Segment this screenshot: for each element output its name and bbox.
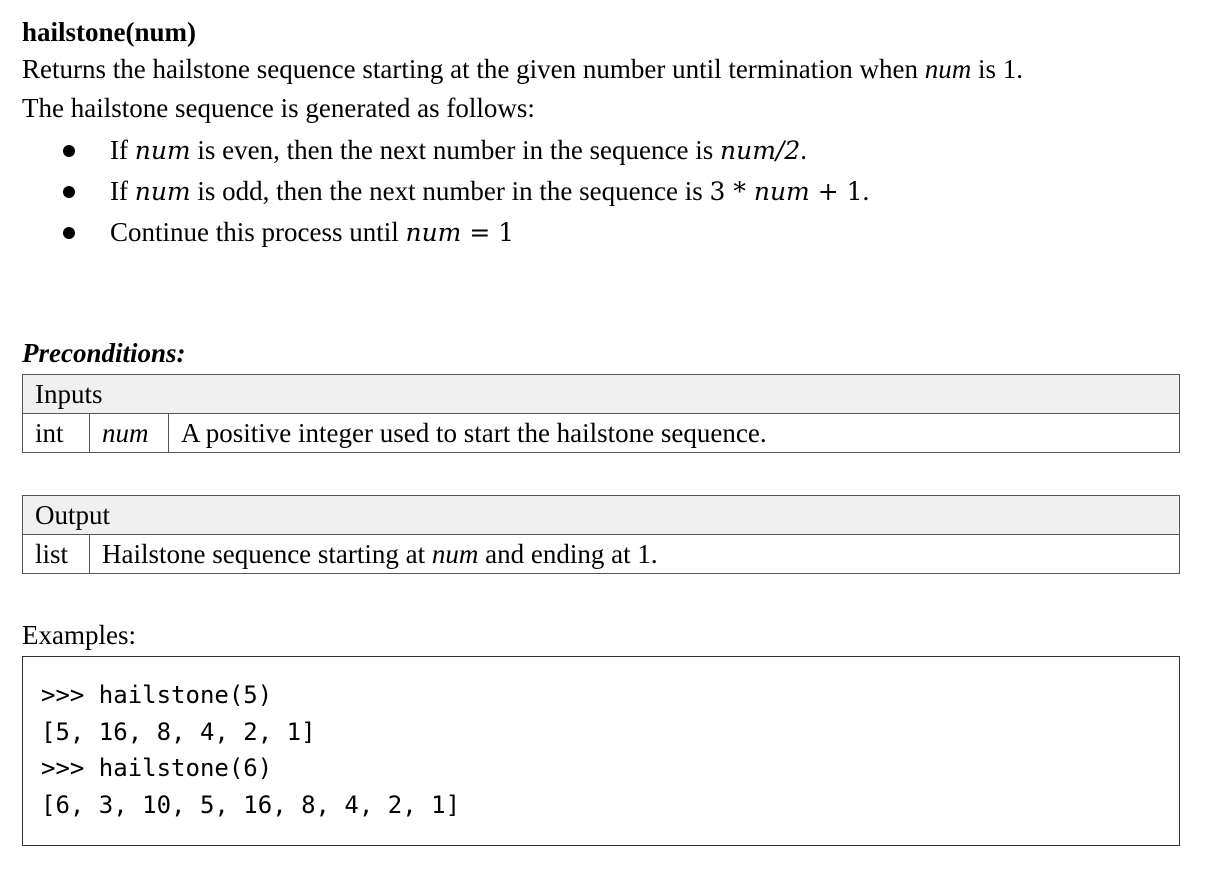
rule-text: . <box>862 176 870 206</box>
rule-expression: 3 * <box>709 177 754 206</box>
function-title: hailstone(num) <box>22 17 197 47</box>
description-text-end: is 1. <box>971 54 1024 84</box>
rule-expression-var: num <box>753 177 810 206</box>
preconditions-title: Preconditions: <box>22 338 186 368</box>
input-description: A positive integer used to start the hai… <box>168 413 1180 453</box>
inputs-header: Inputs <box>22 374 1180 414</box>
rule-text: is even, then the next number in the seq… <box>190 135 721 165</box>
rules-list: If num is even, then the next number in … <box>22 130 1182 253</box>
bullet-icon <box>63 186 75 198</box>
rule-text: If <box>110 176 135 206</box>
rule-item-even: If num is even, then the next number in … <box>22 130 1182 171</box>
input-name: num <box>89 413 169 453</box>
table-row: list Hailstone sequence starting at num … <box>22 534 1180 574</box>
output-desc-text: Hailstone sequence starting at <box>102 539 432 569</box>
description-text: Returns the hailstone sequence starting … <box>22 54 925 84</box>
doc-page: hailstone(num) Returns the hailstone seq… <box>22 14 1182 846</box>
rule-expression: + 1 <box>809 177 863 206</box>
code-line: [6, 3, 10, 5, 16, 8, 4, 2, 1] <box>41 790 461 819</box>
examples-code-block: >>> hailstone(5) [5, 16, 8, 4, 2, 1] >>>… <box>22 656 1180 846</box>
output-type: list <box>22 534 90 574</box>
input-type: int <box>22 413 90 453</box>
bullet-icon <box>63 227 75 239</box>
inputs-header-row: Inputs <box>22 374 1180 414</box>
output-desc-var: num <box>431 539 479 569</box>
description-var: num <box>924 54 972 84</box>
rule-text: Continue this process until <box>110 217 406 247</box>
output-table: Output list Hailstone sequence starting … <box>22 495 1180 574</box>
inputs-table: Inputs int num A positive integer used t… <box>22 374 1180 453</box>
rule-expression: num/2 <box>720 136 801 165</box>
examples-label: Examples: <box>22 620 136 650</box>
rule-text: If <box>110 135 135 165</box>
output-description: Hailstone sequence starting at num and e… <box>89 534 1180 574</box>
code-line: >>> hailstone(5) <box>41 681 273 709</box>
description-line-1: Returns the hailstone sequence starting … <box>22 50 1182 89</box>
code-line: >>> hailstone(6) <box>41 754 273 782</box>
output-header-row: Output <box>22 495 1180 535</box>
rule-var: num <box>134 177 191 206</box>
rule-expression: = 1 <box>461 218 515 247</box>
rule-item-continue: Continue this process until num = 1 <box>22 212 1182 253</box>
rule-text: . <box>800 135 808 165</box>
rule-var: num <box>134 136 191 165</box>
output-header: Output <box>22 495 1180 535</box>
code-line: [5, 16, 8, 4, 2, 1] <box>41 717 316 746</box>
rule-text: is odd, then the next number in the sequ… <box>190 176 710 206</box>
output-desc-text-end: and ending at 1. <box>478 539 658 569</box>
table-row: int num A positive integer used to start… <box>22 413 1180 453</box>
rule-item-odd: If num is odd, then the next number in t… <box>22 171 1182 212</box>
bullet-icon <box>63 145 75 157</box>
description-line-2: The hailstone sequence is generated as f… <box>22 93 535 123</box>
rule-var: num <box>405 218 462 247</box>
